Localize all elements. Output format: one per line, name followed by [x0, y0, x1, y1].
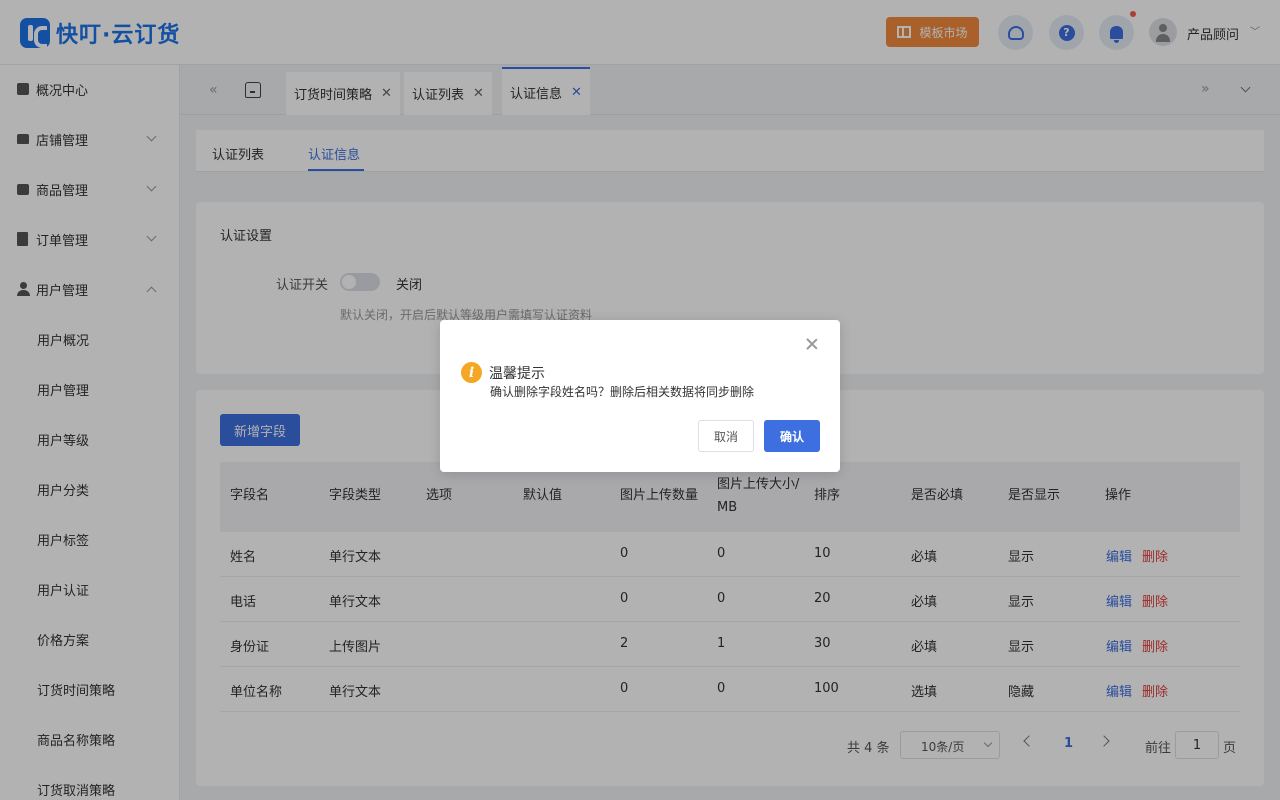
- confirm-dialog: i 温馨提示 确认删除字段姓名吗？删除后相关数据将同步删除 取消 确认: [440, 320, 840, 472]
- dialog-title: 温馨提示: [489, 366, 545, 382]
- cancel-button[interactable]: 取消: [698, 420, 754, 452]
- info-icon: i: [461, 362, 482, 383]
- close-icon[interactable]: [804, 336, 820, 352]
- dialog-message: 确认删除字段姓名吗？删除后相关数据将同步删除: [490, 385, 755, 399]
- confirm-button[interactable]: 确认: [764, 420, 820, 452]
